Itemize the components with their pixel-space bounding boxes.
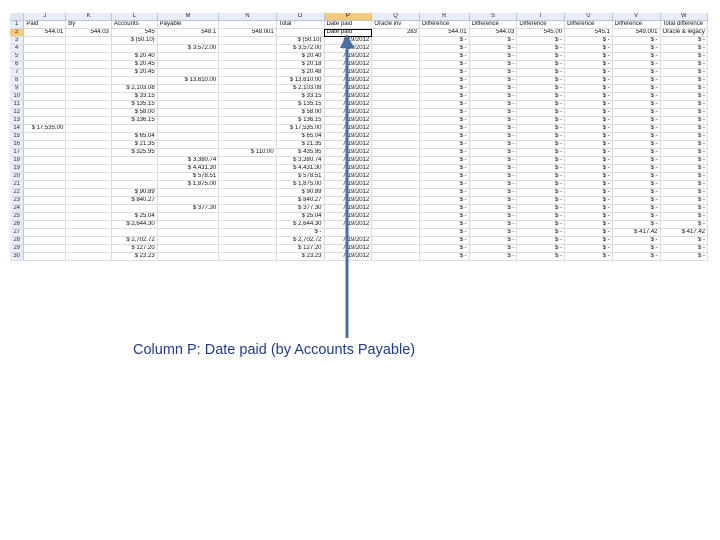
annotation-arrow [340, 34, 354, 338]
annotation-caption: Column P: Date paid (by Accounts Payable… [133, 342, 416, 358]
arrow-head-icon [340, 34, 354, 48]
